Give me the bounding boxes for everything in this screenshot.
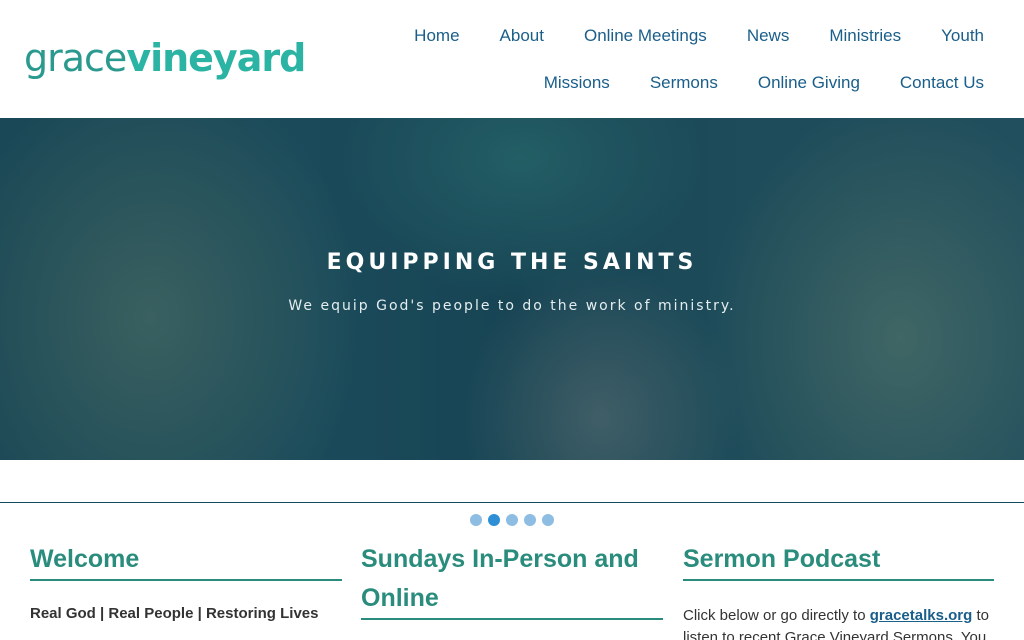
hero-slider[interactable]: EQUIPPING THE SAINTS We equip God's peop… (0, 118, 1024, 460)
site-header: gracevineyard Home About Online Meetings… (0, 0, 1024, 118)
heading-underline (30, 579, 342, 581)
section-divider (0, 502, 1024, 503)
hero-title: EQUIPPING THE SAINTS (326, 250, 698, 275)
nav-home[interactable]: Home (414, 24, 459, 48)
logo-text-grace: grace (24, 36, 127, 80)
nav-youth[interactable]: Youth (941, 24, 984, 48)
logo-text-vineyard: vineyard (126, 36, 306, 80)
nav-sermons[interactable]: Sermons (650, 71, 718, 95)
podcast-text-before: Click below or go directly to (683, 607, 870, 624)
sundays-heading: Sundays In-Person and Online (361, 540, 663, 618)
slide-dot-1[interactable] (470, 514, 482, 526)
slide-dot-4[interactable] (524, 514, 536, 526)
main-nav-row-1: Home About Online Meetings News Ministri… (374, 24, 984, 48)
nav-contact-us[interactable]: Contact Us (900, 71, 984, 95)
nav-missions[interactable]: Missions (544, 71, 610, 95)
sundays-heading-line1: Sundays In-Person and (361, 545, 639, 573)
nav-ministries[interactable]: Ministries (829, 24, 901, 48)
podcast-heading: Sermon Podcast (683, 545, 881, 573)
podcast-column: Sermon Podcast Click below or go directl… (683, 540, 994, 640)
slide-dot-2[interactable] (488, 514, 500, 526)
site-logo[interactable]: gracevineyard (24, 36, 306, 80)
nav-online-meetings[interactable]: Online Meetings (584, 24, 707, 48)
sundays-heading-line2: Online (361, 584, 439, 612)
nav-online-giving[interactable]: Online Giving (758, 71, 860, 95)
gracetalks-link[interactable]: gracetalks.org (870, 607, 973, 624)
sundays-column: Sundays In-Person and Online (361, 540, 663, 620)
welcome-tagline: Real God | Real People | Restoring Lives (30, 605, 319, 622)
nav-news[interactable]: News (747, 24, 790, 48)
welcome-heading: Welcome (30, 545, 140, 573)
hero-subtitle: We equip God's people to do the work of … (288, 298, 736, 314)
podcast-description: Click below or go directly to gracetalks… (683, 605, 994, 640)
heading-underline (683, 579, 994, 581)
main-nav-row-2: Missions Sermons Online Giving Contact U… (504, 71, 984, 95)
heading-underline (361, 618, 663, 620)
welcome-column: Welcome Real God | Real People | Restori… (30, 540, 342, 622)
slider-pagination (470, 514, 554, 526)
nav-about[interactable]: About (500, 24, 544, 48)
slide-dot-5[interactable] (542, 514, 554, 526)
hero-image (0, 118, 1024, 460)
slide-dot-3[interactable] (506, 514, 518, 526)
